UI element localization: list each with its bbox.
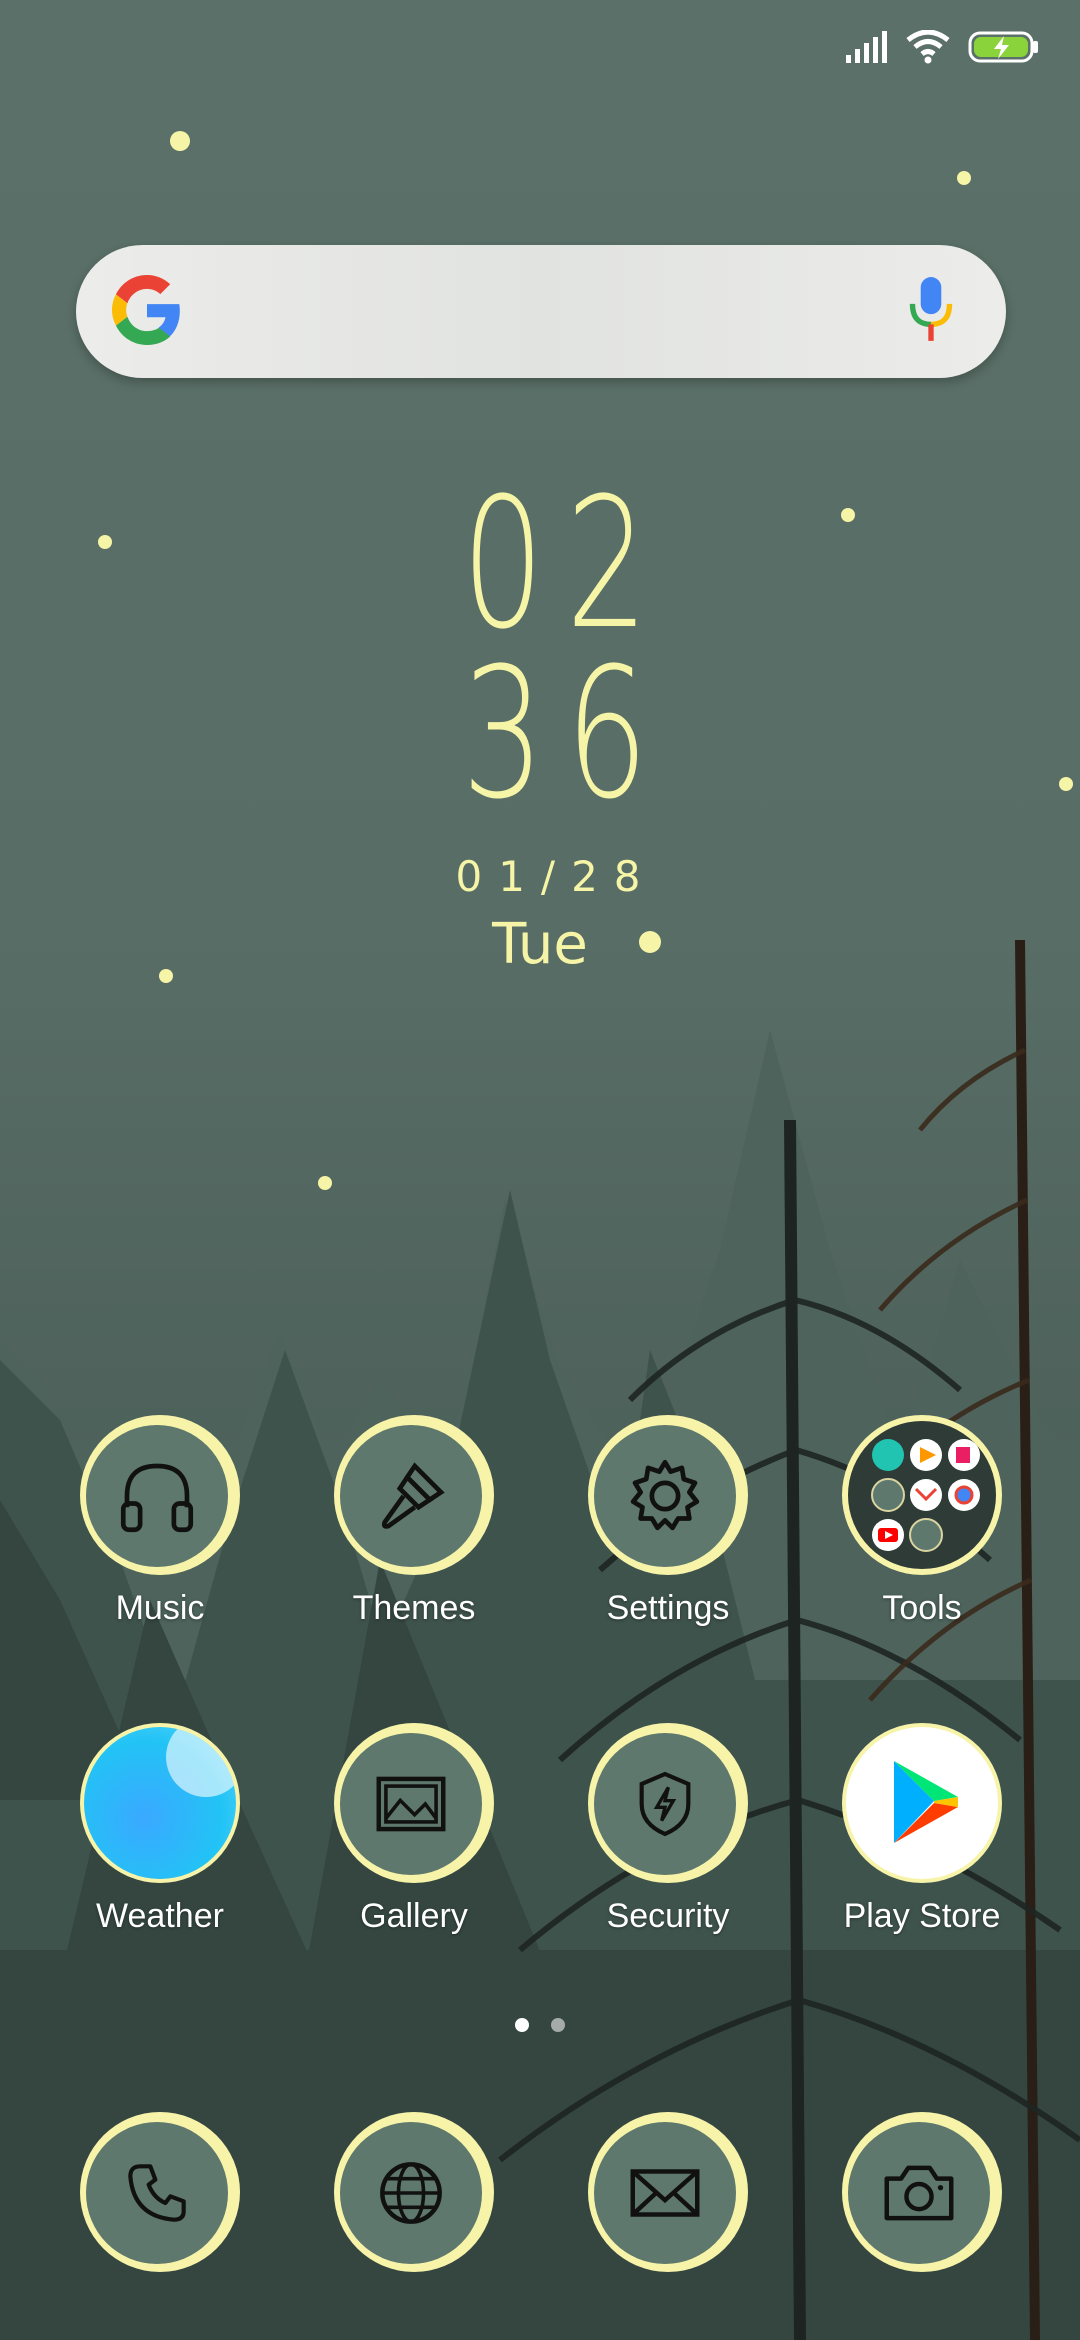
app-label: Security [606,1897,730,1935]
app-security[interactable]: Security [558,1723,778,1936]
page-indicator[interactable] [0,2018,1080,2032]
app-label: Weather [96,1897,224,1935]
app-gallery[interactable]: Gallery [304,1723,524,1936]
app-label: Play Store [843,1897,1001,1935]
clock-day: Tue [492,912,588,977]
google-g-logo [112,275,180,345]
app-label: Gallery [360,1897,468,1935]
app-play-store[interactable]: Play Store [812,1723,1032,1936]
clock-date: 01/28 [455,852,657,901]
image-icon [334,1723,494,1883]
dock-camera[interactable] [812,2112,1032,2272]
app-weather[interactable]: Weather [50,1723,270,1936]
gear-icon [588,1415,748,1575]
weather-icon [80,1723,240,1883]
play-store-icon [842,1723,1002,1883]
shield-icon [588,1723,748,1883]
app-label: Tools [882,1589,962,1627]
app-label: Music [115,1589,205,1627]
camera-icon [842,2112,1002,2272]
dock-phone[interactable] [50,2112,270,2272]
app-label: Settings [606,1589,730,1627]
google-search-bar[interactable] [76,245,1006,378]
wifi-icon [906,30,950,64]
status-bar [846,30,1040,64]
battery-charging-icon [968,31,1038,63]
folder-icon [842,1415,1002,1575]
dock-browser[interactable] [304,2112,524,2272]
dock-messages[interactable] [558,2112,778,2272]
paintbrush-icon [334,1415,494,1575]
app-label: Themes [352,1589,476,1627]
cellular-signal-icon [846,31,887,63]
headphones-icon [80,1415,240,1575]
envelope-icon [588,2112,748,2272]
app-music[interactable]: Music [50,1415,270,1628]
home-screen: 02 36 01/28 Tue Music Themes Settings To… [0,0,1080,2340]
app-tools[interactable]: Tools [812,1415,1032,1628]
phone-icon [80,2112,240,2272]
app-themes[interactable]: Themes [304,1415,524,1628]
page-dot[interactable] [551,2018,565,2032]
microphone-icon[interactable] [906,275,956,345]
clock-minutes[interactable]: 36 [155,640,954,830]
page-dot-active[interactable] [515,2018,529,2032]
app-settings[interactable]: Settings [558,1415,778,1628]
globe-icon [334,2112,494,2272]
